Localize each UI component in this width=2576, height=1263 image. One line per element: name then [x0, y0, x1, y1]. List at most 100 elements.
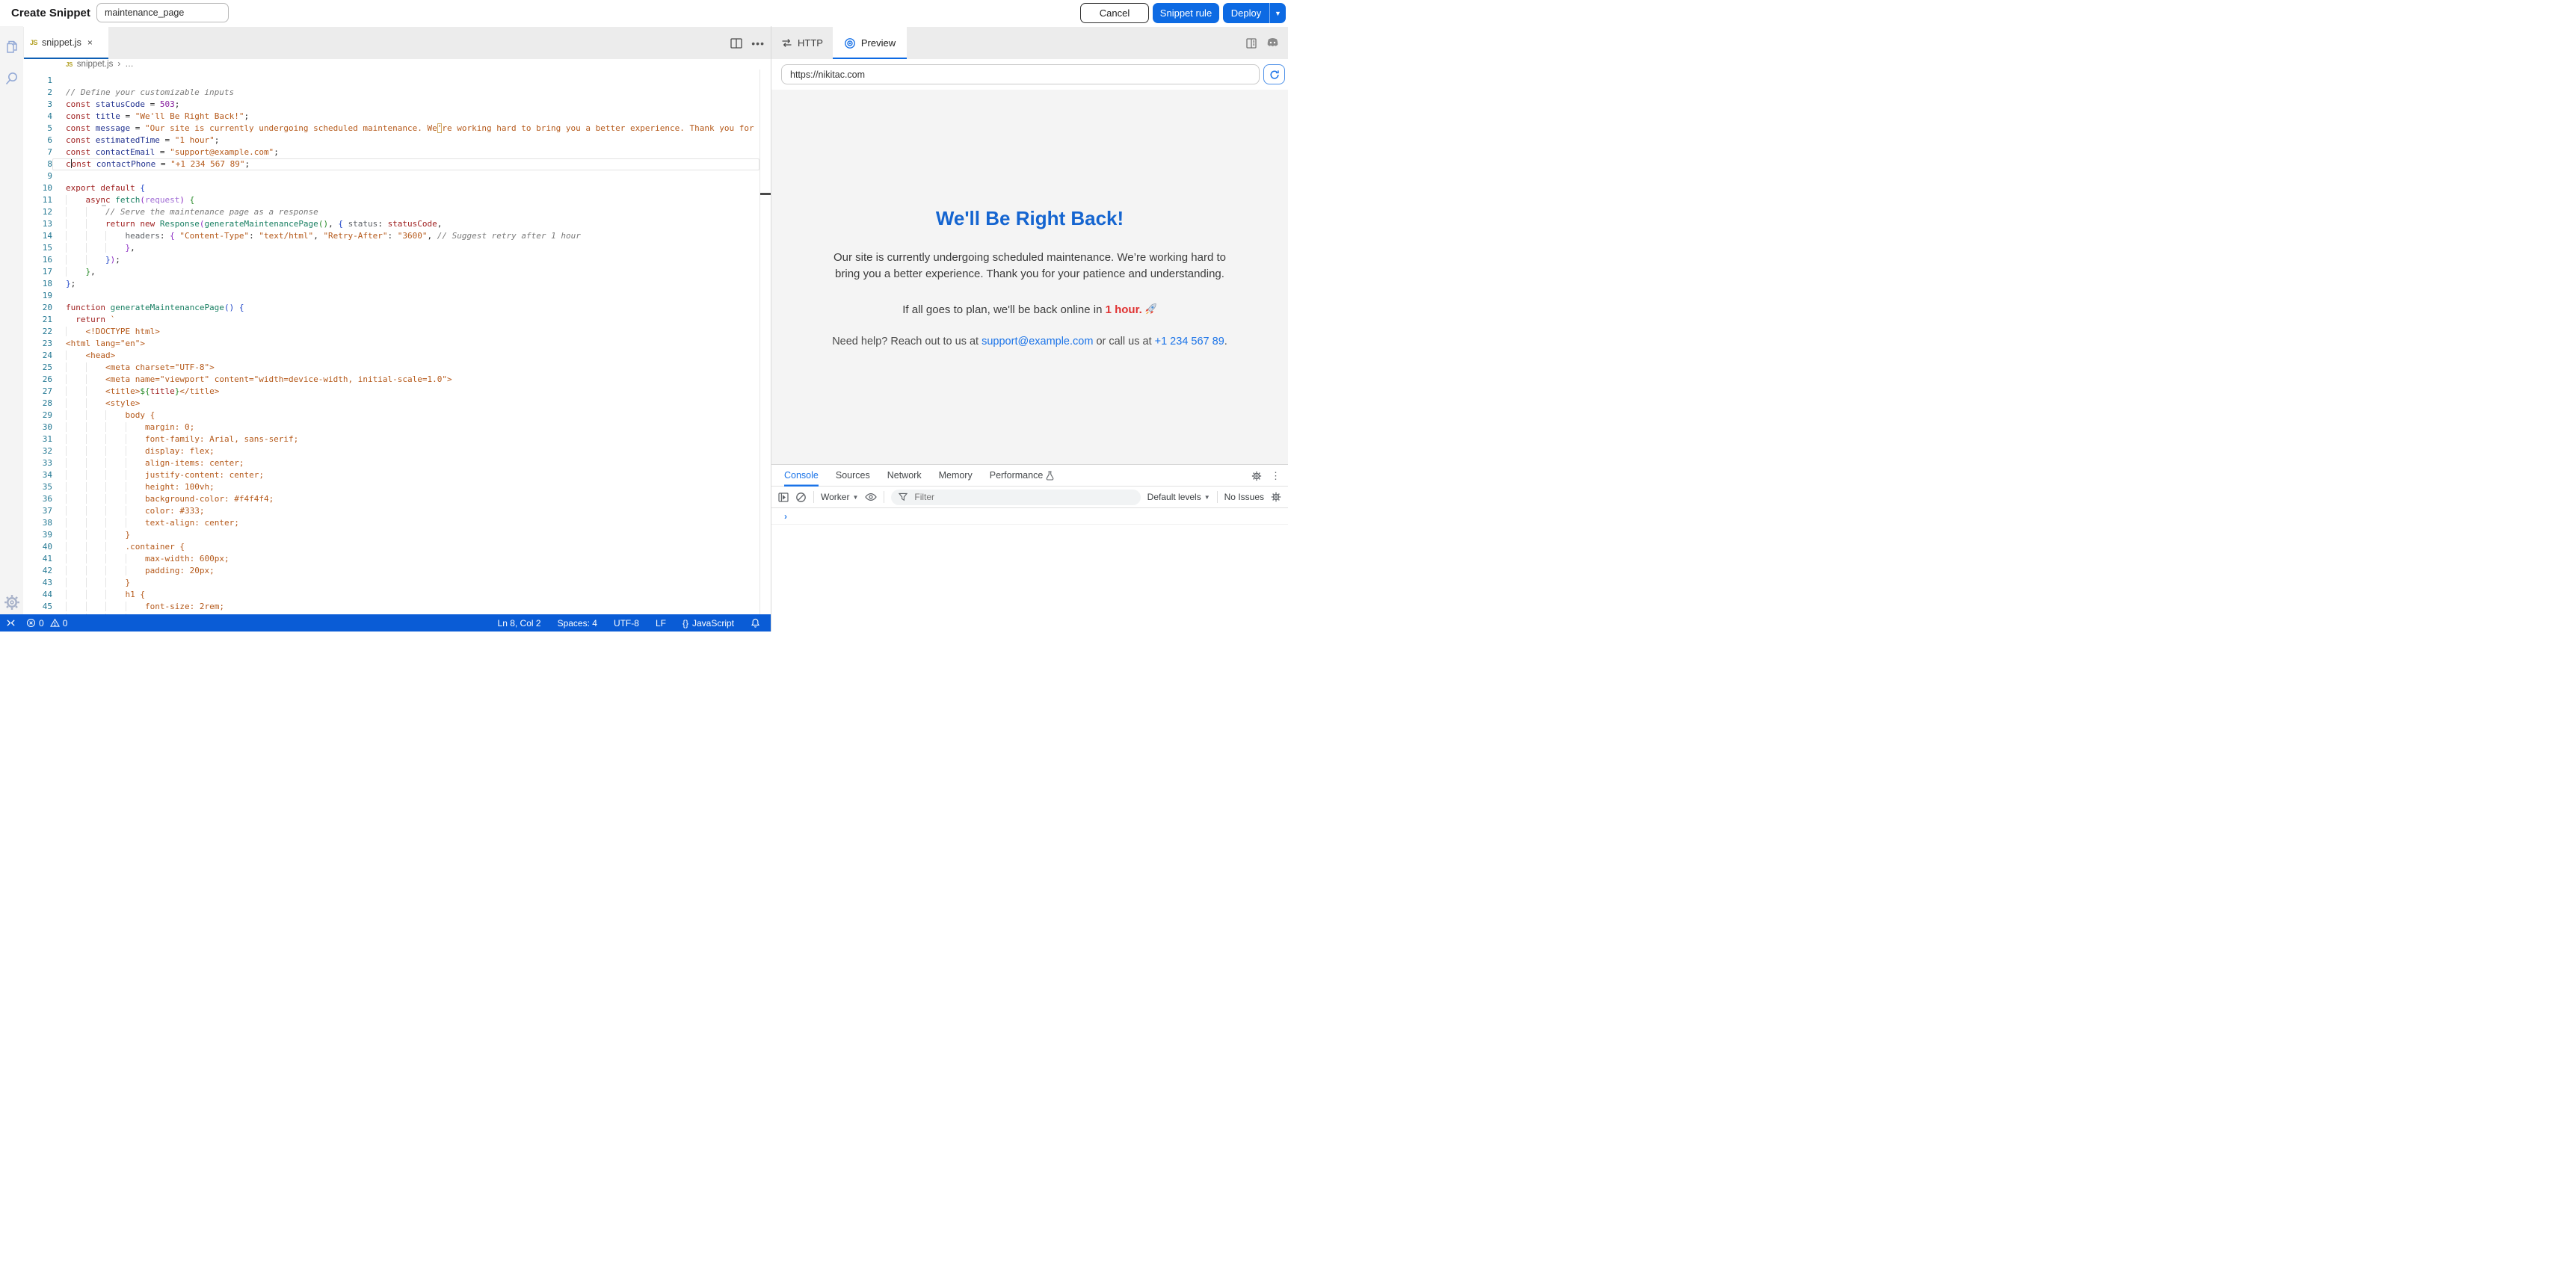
notifications-bell-icon[interactable]	[751, 618, 760, 628]
line-number: 9	[23, 170, 52, 182]
code-line[interactable]: 39 }	[23, 529, 759, 541]
code-line[interactable]: 11 async fetch(request) {…	[23, 194, 759, 206]
console-settings-gear-icon[interactable]	[1271, 492, 1281, 502]
code-line[interactable]: 27 <title>${title}</title>	[23, 386, 759, 398]
code-line[interactable]: 25 <meta charset="UTF-8">	[23, 362, 759, 374]
deploy-button[interactable]: Deploy ▼	[1223, 3, 1286, 23]
code-line[interactable]: 44 h1 {	[23, 589, 759, 601]
devtools-tab-network[interactable]: Network	[887, 465, 922, 487]
breadcrumb[interactable]: JS snippet.js › …	[23, 59, 759, 70]
deploy-dropdown-caret[interactable]: ▼	[1269, 3, 1286, 23]
phone-link[interactable]: +1 234 567 89	[1155, 336, 1224, 348]
code-line[interactable]: 16 });	[23, 254, 759, 266]
cancel-button[interactable]: Cancel	[1080, 3, 1149, 23]
tab-preview[interactable]: Preview	[833, 27, 907, 59]
url-input[interactable]	[781, 64, 1260, 84]
console-filter[interactable]	[891, 490, 1140, 505]
code-line[interactable]: 14 headers: { "Content-Type": "text/html…	[23, 230, 759, 242]
snippet-rule-button[interactable]: Snippet rule	[1153, 3, 1219, 23]
console-prompt[interactable]: ›	[771, 508, 1288, 525]
code-line[interactable]: 4const title = "We'll Be Right Back!";	[23, 111, 759, 123]
code-line[interactable]: 38 text-align: center;	[23, 517, 759, 529]
code-line[interactable]: 12 // Serve the maintenance page as a re…	[23, 206, 759, 218]
encoding-setting[interactable]: UTF-8	[614, 618, 639, 629]
problems-indicator[interactable]: 0 0	[26, 618, 67, 629]
code-line[interactable]: 45 font-size: 2rem;	[23, 601, 759, 613]
code-line[interactable]: 28 <style>	[23, 398, 759, 410]
code-line[interactable]: 1	[23, 75, 759, 87]
code-line[interactable]: 30 margin: 0;	[23, 421, 759, 433]
editor-scrollbar[interactable]	[759, 70, 771, 614]
code-line[interactable]: 17 },	[23, 266, 759, 278]
log-levels-selector[interactable]: Default levels▼	[1147, 492, 1210, 502]
filter-input[interactable]	[913, 491, 1133, 503]
code-line[interactable]: 33 align-items: center;	[23, 457, 759, 469]
breadcrumb-file[interactable]: snippet.js	[77, 60, 114, 69]
code-line[interactable]: 6const estimatedTime = "1 hour";	[23, 135, 759, 146]
code-line[interactable]: 5const message = "Our site is currently …	[23, 123, 759, 135]
line-number: 14	[23, 230, 52, 242]
code-line[interactable]: 42 padding: 20px;	[23, 565, 759, 577]
code-line[interactable]: 10export default {	[23, 182, 759, 194]
close-tab-icon[interactable]: ×	[87, 37, 93, 48]
code-line[interactable]: 26 <meta name="viewport" content="width=…	[23, 374, 759, 386]
remote-indicator-icon[interactable]	[6, 618, 16, 628]
code-line[interactable]: 7const contactEmail = "support@example.c…	[23, 146, 759, 158]
tab-snippet-js[interactable]: JS snippet.js ×	[24, 27, 108, 58]
settings-gear-icon[interactable]	[4, 594, 20, 611]
code-line[interactable]: 18};	[23, 278, 759, 290]
code-line[interactable]: 35 height: 100vh;	[23, 481, 759, 493]
code-line[interactable]: 24 <head>	[23, 350, 759, 362]
indentation-setting[interactable]: Spaces: 4	[558, 618, 597, 629]
code-line[interactable]: 23<html lang="en">	[23, 338, 759, 350]
more-actions-icon[interactable]: •••	[751, 37, 765, 49]
breadcrumb-more[interactable]: …	[125, 60, 134, 69]
create-snippet-window: Create Snippet Cancel Snippet rule Deplo…	[0, 0, 1288, 632]
eol-setting[interactable]: LF	[656, 618, 666, 629]
code-line[interactable]: 8const contactPhone = "+1 234 567 89";	[23, 158, 759, 170]
devtools-settings-gear-icon[interactable]	[1251, 471, 1262, 481]
code-line[interactable]: 41 max-width: 600px;	[23, 553, 759, 565]
code-line[interactable]: 13 return new Response(generateMaintenan…	[23, 218, 759, 230]
devtools-tab-console[interactable]: Console	[784, 465, 819, 487]
code-line[interactable]: 3const statusCode = 503;	[23, 99, 759, 111]
code-line[interactable]: 37 color: #333;	[23, 505, 759, 517]
filter-funnel-icon	[899, 492, 908, 501]
console-sidebar-icon[interactable]	[778, 492, 789, 502]
code-line[interactable]: 15 },	[23, 242, 759, 254]
refresh-button[interactable]	[1263, 64, 1285, 84]
tab-http[interactable]: HTTP	[781, 27, 823, 59]
code-line[interactable]: 40 .container {	[23, 541, 759, 553]
code-line[interactable]: 29 body {	[23, 410, 759, 421]
context-selector[interactable]: Worker▼	[821, 492, 858, 502]
code-line[interactable]: 22 <!DOCTYPE html>	[23, 326, 759, 338]
language-mode[interactable]: {} JavaScript	[682, 618, 734, 629]
files-icon[interactable]	[4, 39, 20, 55]
discord-icon[interactable]	[1266, 37, 1279, 49]
code-line[interactable]: 21 return `	[23, 314, 759, 326]
support-email-link[interactable]: support@example.com	[982, 336, 1093, 348]
devtools-menu-kebab-icon[interactable]: ⋮	[1271, 470, 1281, 482]
warnings-icon	[50, 618, 60, 628]
docs-book-icon[interactable]	[1245, 37, 1257, 49]
code-line[interactable]: 36 background-color: #f4f4f4;	[23, 493, 759, 505]
issues-counter[interactable]: No Issues	[1224, 492, 1264, 502]
search-icon[interactable]	[4, 70, 20, 87]
code-editor[interactable]: 12// Define your customizable inputs3con…	[23, 70, 759, 614]
devtools-tab-memory[interactable]: Memory	[939, 465, 973, 487]
code-line[interactable]: 19	[23, 290, 759, 302]
snippet-name-input[interactable]	[96, 3, 229, 22]
cursor-position[interactable]: Ln 8, Col 2	[498, 618, 541, 629]
code-line[interactable]: 43 }	[23, 577, 759, 589]
clear-console-icon[interactable]	[795, 492, 807, 503]
code-line[interactable]: 32 display: flex;	[23, 445, 759, 457]
devtools-tab-performance[interactable]: Performance	[990, 465, 1055, 487]
split-editor-icon[interactable]	[730, 38, 742, 49]
code-line[interactable]: 31 font-family: Arial, sans-serif;	[23, 433, 759, 445]
devtools-tab-sources[interactable]: Sources	[836, 465, 870, 487]
code-line[interactable]: 9	[23, 170, 759, 182]
code-line[interactable]: 34 justify-content: center;	[23, 469, 759, 481]
code-line[interactable]: 20function generateMaintenancePage() {	[23, 302, 759, 314]
code-line[interactable]: 2// Define your customizable inputs	[23, 87, 759, 99]
live-expression-eye-icon[interactable]	[865, 492, 877, 501]
